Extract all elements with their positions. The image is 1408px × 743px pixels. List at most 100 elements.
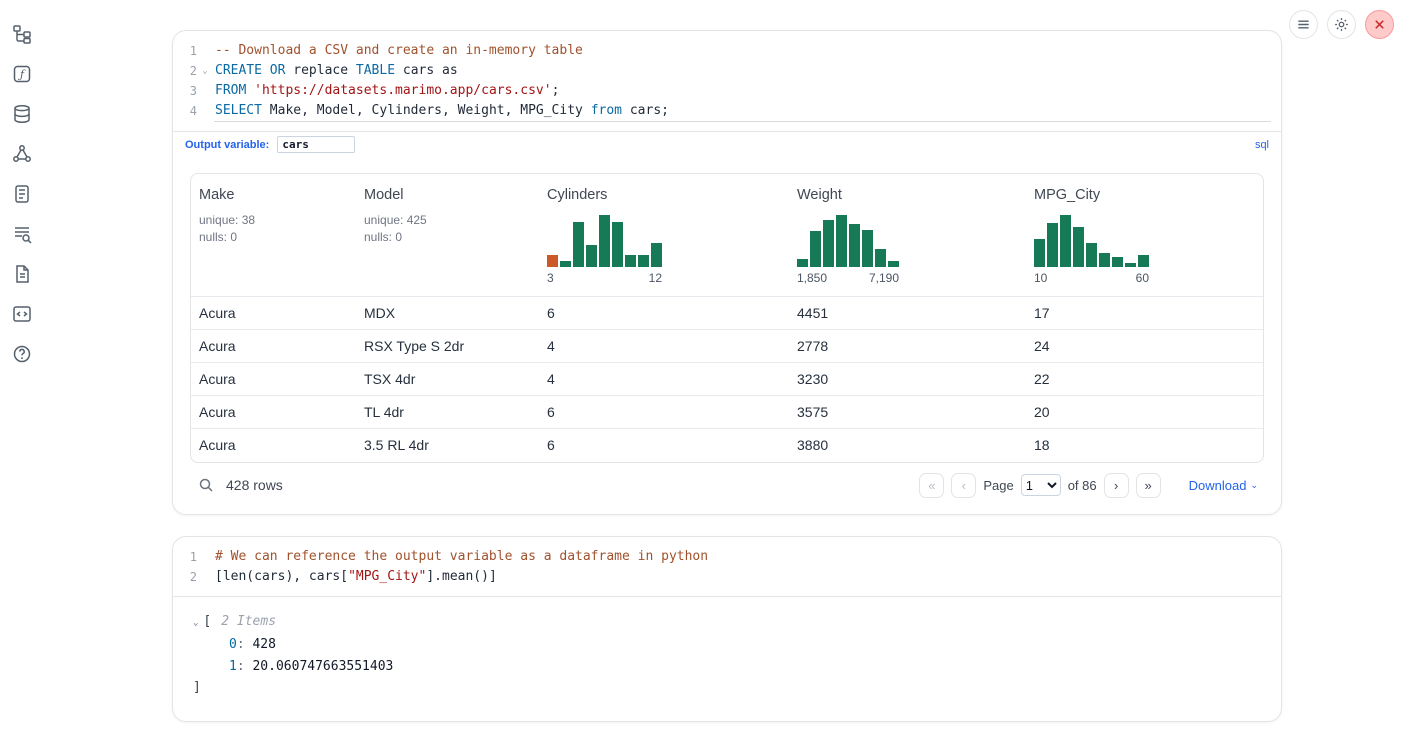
table-cell: 22 [1026, 363, 1263, 396]
topbar-actions [1289, 10, 1394, 39]
table-row[interactable]: Acura3.5 RL 4dr6388018 [191, 429, 1263, 462]
data-table: Makeunique: 38nulls: 0 Model unique: 425nu… [190, 173, 1264, 463]
column-name: Make [199, 187, 348, 203]
sidebar-item-data-sources[interactable] [10, 102, 34, 126]
table-row[interactable]: AcuraRSX Type S 2dr4277824 [191, 330, 1263, 363]
entry-value: 428 [252, 637, 275, 652]
code-line[interactable]: 3 FROM 'https://datasets.marimo.app/cars.… [173, 81, 1281, 101]
python-cell: 1# We can reference the output variable … [172, 536, 1282, 722]
tree-entry: 0: 428 [193, 634, 1265, 656]
sql-cell: 1-- Download a CSV and create an in-memo… [172, 30, 1282, 515]
histogram-bar [875, 249, 886, 267]
line-number: 3 [173, 81, 197, 101]
gear-icon [1334, 17, 1349, 32]
histogram-bar [849, 224, 860, 267]
python-code-lines: 1# We can reference the output variable … [173, 547, 1281, 587]
python-cell-output: ⌄[2 Items0: 4281: 20.060747663551403] [173, 596, 1281, 721]
column-histogram: 312 [547, 212, 662, 285]
histogram-bar [612, 222, 623, 267]
editor-underline [214, 121, 1271, 122]
sidebar-item-help[interactable] [10, 342, 34, 366]
first-page-button[interactable]: « [919, 473, 944, 498]
sidebar-item-documentation[interactable] [10, 262, 34, 286]
close-icon [1372, 17, 1387, 32]
python-code-editor[interactable]: 1# We can reference the output variable … [173, 537, 1281, 596]
code-line[interactable]: 1# We can reference the output variable … [173, 547, 1281, 567]
page-label: Page [983, 478, 1013, 493]
stat-line: nulls: 0 [364, 229, 531, 246]
histogram-min: 10 [1034, 271, 1047, 285]
entry-key: 1 [229, 659, 237, 674]
next-page-button[interactable]: › [1104, 473, 1129, 498]
histogram-range: 1,8507,190 [797, 271, 899, 285]
last-page-button[interactable]: » [1136, 473, 1161, 498]
output-variable-input[interactable] [277, 136, 355, 153]
histogram-bar [1086, 243, 1097, 267]
items-count-label: 2 Items [221, 614, 276, 629]
entry-key: 0 [229, 637, 237, 652]
download-button[interactable]: Download ⌄ [1189, 478, 1258, 493]
sidebar-item-dependency-graph[interactable] [10, 142, 34, 166]
row-count: 428 rows [226, 477, 283, 493]
sidebar-item-snippets[interactable] [10, 302, 34, 326]
histogram-bar [1125, 263, 1136, 267]
histogram-bar [651, 243, 662, 267]
histogram-range: 312 [547, 271, 662, 285]
sidebar-item-variables[interactable]: ƒ [10, 62, 34, 86]
code-line[interactable]: 2⌄CREATE OR replace TABLE cars as [173, 61, 1281, 81]
code-brackets-icon [12, 304, 32, 324]
sidebar-item-logs[interactable] [10, 222, 34, 246]
settings-button[interactable] [1327, 10, 1356, 39]
table-row[interactable]: AcuraMDX6445117 [191, 297, 1263, 330]
sql-code-editor[interactable]: 1-- Download a CSV and create an in-memo… [173, 31, 1281, 131]
code-line[interactable]: 4SELECT Make, Model, Cylinders, Weight, … [173, 101, 1281, 121]
collapse-chevron-icon[interactable]: ⌄ [193, 618, 198, 628]
histogram-min: 1,850 [797, 271, 827, 285]
table-row[interactable]: AcuraTL 4dr6357520 [191, 396, 1263, 429]
close-bracket: ] [193, 680, 201, 695]
language-badge: sql [1255, 139, 1269, 151]
column-header-make[interactable]: Makeunique: 38nulls: 0 [191, 174, 356, 297]
code-line[interactable]: 1-- Download a CSV and create an in-memo… [173, 41, 1281, 61]
histogram-bar [1112, 257, 1123, 267]
histogram-bar [586, 245, 597, 267]
fold-chevron-icon[interactable]: ⌄ [197, 61, 213, 81]
column-header-model[interactable]: Model unique: 425nulls: 0 [356, 174, 539, 297]
column-header-weight[interactable]: Weight 1,8507,190 [789, 174, 1026, 297]
table-cell: Acura [191, 297, 356, 330]
table-cell: 4 [539, 363, 789, 396]
notebook-menu-button[interactable] [1289, 10, 1318, 39]
code-text: SELECT Make, Model, Cylinders, Weight, M… [215, 101, 669, 121]
sql-cell-output: Makeunique: 38nulls: 0 Model unique: 425nu… [173, 157, 1281, 514]
sql-code-lines: 1-- Download a CSV and create an in-memo… [173, 41, 1281, 121]
page-select[interactable]: 1 [1021, 474, 1061, 496]
table-search-icon[interactable] [198, 477, 214, 493]
hamburger-menu-icon [1296, 17, 1311, 32]
column-header-cylinders[interactable]: Cylinders 312 [539, 174, 789, 297]
code-text: FROM 'https://datasets.marimo.app/cars.c… [215, 81, 559, 101]
output-variable-label: Output variable: [185, 139, 269, 151]
open-bracket: [ [203, 614, 211, 629]
database-icon [12, 104, 32, 124]
shutdown-button[interactable] [1365, 10, 1394, 39]
stat-line: unique: 425 [364, 212, 531, 229]
table-cell: Acura [191, 330, 356, 363]
table-cell: 3.5 RL 4dr [356, 429, 539, 462]
table-cell: 6 [539, 396, 789, 429]
prev-page-button[interactable]: ‹ [951, 473, 976, 498]
code-line[interactable]: 2[len(cars), cars["MPG_City"].mean()] [173, 567, 1281, 587]
sidebar-item-scratchpad[interactable] [10, 182, 34, 206]
sidebar-item-file-explorer[interactable] [10, 22, 34, 46]
column-header-mpg_city[interactable]: MPG_City1060 [1026, 174, 1263, 297]
column-name: Cylinders [547, 187, 781, 203]
double-chevron-right-icon: » [1145, 478, 1152, 493]
list-search-icon [12, 224, 32, 244]
histogram-bar [823, 220, 834, 267]
table-cell: TL 4dr [356, 396, 539, 429]
histogram-bar [1060, 215, 1071, 267]
histogram-bars [1034, 214, 1149, 267]
column-name: Model [364, 187, 531, 203]
column-name: Weight [797, 187, 1018, 203]
table-row[interactable]: AcuraTSX 4dr4323022 [191, 363, 1263, 396]
chevron-left-icon: ‹ [962, 478, 966, 493]
